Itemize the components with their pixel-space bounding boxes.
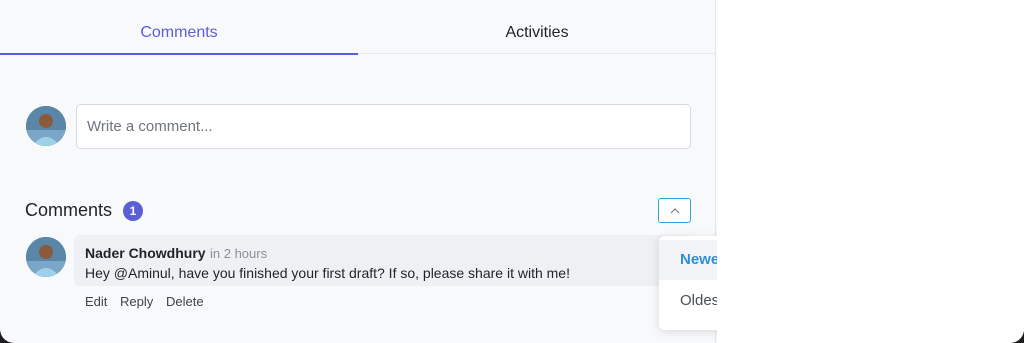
reply-comment-link[interactable]: Reply	[120, 294, 153, 309]
delete-comment-link[interactable]: Delete	[166, 294, 204, 309]
comment-input[interactable]	[76, 104, 691, 149]
comments-heading: Comments	[25, 200, 113, 220]
comments-panel: Comments Activities Comments 1	[0, 0, 766, 343]
comment-text: Hey @Aminul, have you finished your firs…	[85, 265, 570, 281]
right-panel	[717, 0, 1024, 343]
comment-card: Nader Chowdhury in 2 hours Hey @Aminul, …	[74, 235, 694, 286]
tab-bar: Comments Activities	[0, 0, 716, 55]
app-window: Comments Activities Comments 1	[0, 0, 1024, 343]
chevron-up-icon	[670, 208, 680, 214]
edit-comment-link[interactable]: Edit	[85, 294, 107, 309]
comment-timestamp: in 2 hours	[210, 246, 268, 261]
tab-comments[interactable]: Comments	[0, 0, 358, 55]
sort-toggle-button[interactable]	[658, 198, 691, 223]
comment-author-avatar	[26, 237, 66, 277]
current-user-avatar	[26, 106, 66, 146]
comments-count-badge: 1	[123, 201, 143, 221]
tab-activities[interactable]: Activities	[358, 0, 716, 54]
comment-author-name[interactable]: Nader Chowdhury	[85, 245, 206, 261]
